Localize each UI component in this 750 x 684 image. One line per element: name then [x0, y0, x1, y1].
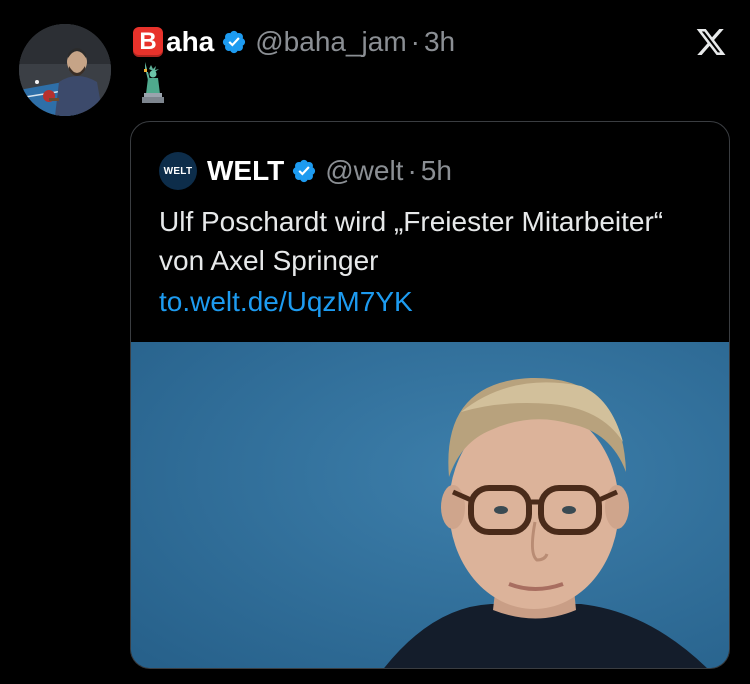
x-logo-icon[interactable] — [694, 26, 728, 58]
author-handle[interactable]: @baha_jam — [255, 26, 406, 58]
quoted-tweet-link[interactable]: to.welt.de/UqzM7YK — [159, 286, 413, 318]
author-avatar[interactable] — [19, 24, 111, 116]
separator-dot: · — [407, 155, 417, 186]
quoted-tweet-card[interactable]: WELT WELT @welt · 5h Ulf Poschardt wird … — [130, 121, 730, 669]
portrait-photo — [131, 342, 729, 668]
quoted-tweet-header: WELT WELT @welt · 5h — [159, 152, 452, 190]
quoted-tweet-image[interactable] — [131, 342, 729, 668]
quoted-display-name[interactable]: WELT — [207, 155, 284, 187]
quoted-tweet-text: Ulf Poschardt wird „Freiester Mitarbeite… — [159, 206, 664, 276]
tweet-header: B aha @baha_jam · 3h — [133, 24, 455, 60]
separator-dot: · — [410, 26, 420, 57]
tweet-timestamp[interactable]: 3h — [424, 26, 455, 58]
verified-badge-icon — [223, 30, 246, 54]
statue-of-liberty-emoji — [142, 62, 164, 103]
b-letter-badge-icon: B — [133, 27, 163, 57]
verified-badge-icon — [293, 159, 316, 183]
quoted-handle[interactable]: @welt — [325, 155, 403, 187]
quoted-timestamp[interactable]: 5h — [421, 155, 452, 187]
author-display-name[interactable]: aha — [166, 26, 214, 58]
author-avatar-image — [19, 24, 111, 116]
welt-avatar[interactable]: WELT — [159, 152, 197, 190]
